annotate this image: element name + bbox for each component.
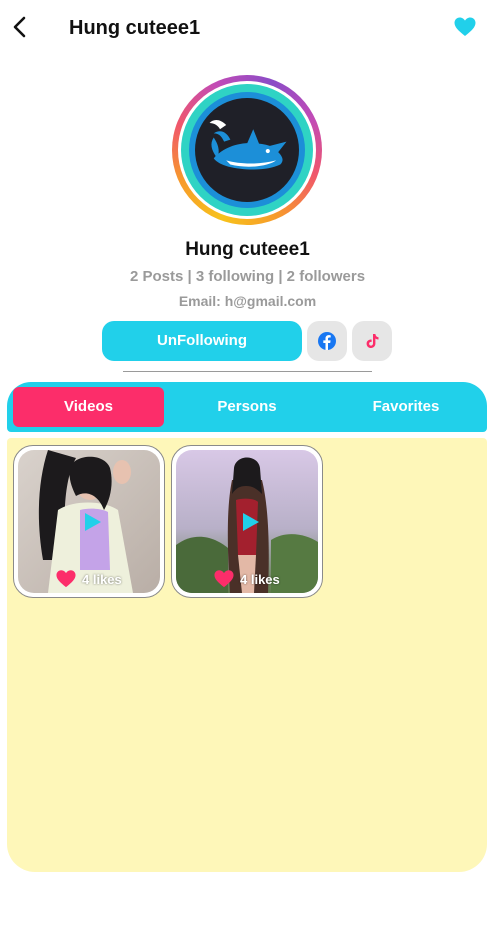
heart-icon	[56, 570, 76, 588]
facebook-button[interactable]	[307, 321, 347, 361]
page-title: Hung cuteee1	[69, 17, 201, 39]
video-card[interactable]: 4 likes	[13, 445, 165, 598]
tab-bar: Videos Persons Favorites	[7, 382, 487, 432]
like-count: 4 likes	[82, 572, 122, 587]
profile-name: Hung cuteee1	[185, 239, 310, 260]
tab-persons[interactable]: Persons	[172, 387, 322, 427]
tab-videos[interactable]: Videos	[13, 387, 164, 427]
avatar	[172, 75, 322, 225]
video-card[interactable]: 4 likes	[171, 445, 323, 598]
profile-email: Email: h@gmail.com	[178, 293, 317, 309]
profile-stats: 2 Posts | 3 following | 2 followers	[129, 268, 366, 285]
unfollow-button[interactable]: UnFollowing	[102, 321, 302, 361]
play-icon	[243, 513, 259, 531]
heart-icon	[214, 570, 234, 588]
heart-icon	[454, 17, 476, 36]
back-button[interactable]	[8, 12, 34, 42]
video-thumbnail: 4 likes	[176, 450, 318, 593]
tiktok-button[interactable]	[352, 321, 392, 361]
like-count: 4 likes	[240, 572, 280, 587]
play-icon	[85, 513, 101, 531]
videos-grid: 4 likes 4 likes	[7, 438, 487, 872]
tab-favorites[interactable]: Favorites	[330, 387, 482, 427]
shark-logo-icon	[209, 120, 287, 170]
divider	[123, 371, 372, 372]
chevron-left-icon	[13, 16, 26, 38]
tiktok-icon	[366, 334, 379, 348]
facebook-icon	[318, 332, 336, 350]
video-thumbnail: 4 likes	[18, 450, 160, 593]
header-bar: Hung cuteee1	[0, 0, 495, 58]
favorite-button[interactable]	[453, 15, 477, 39]
